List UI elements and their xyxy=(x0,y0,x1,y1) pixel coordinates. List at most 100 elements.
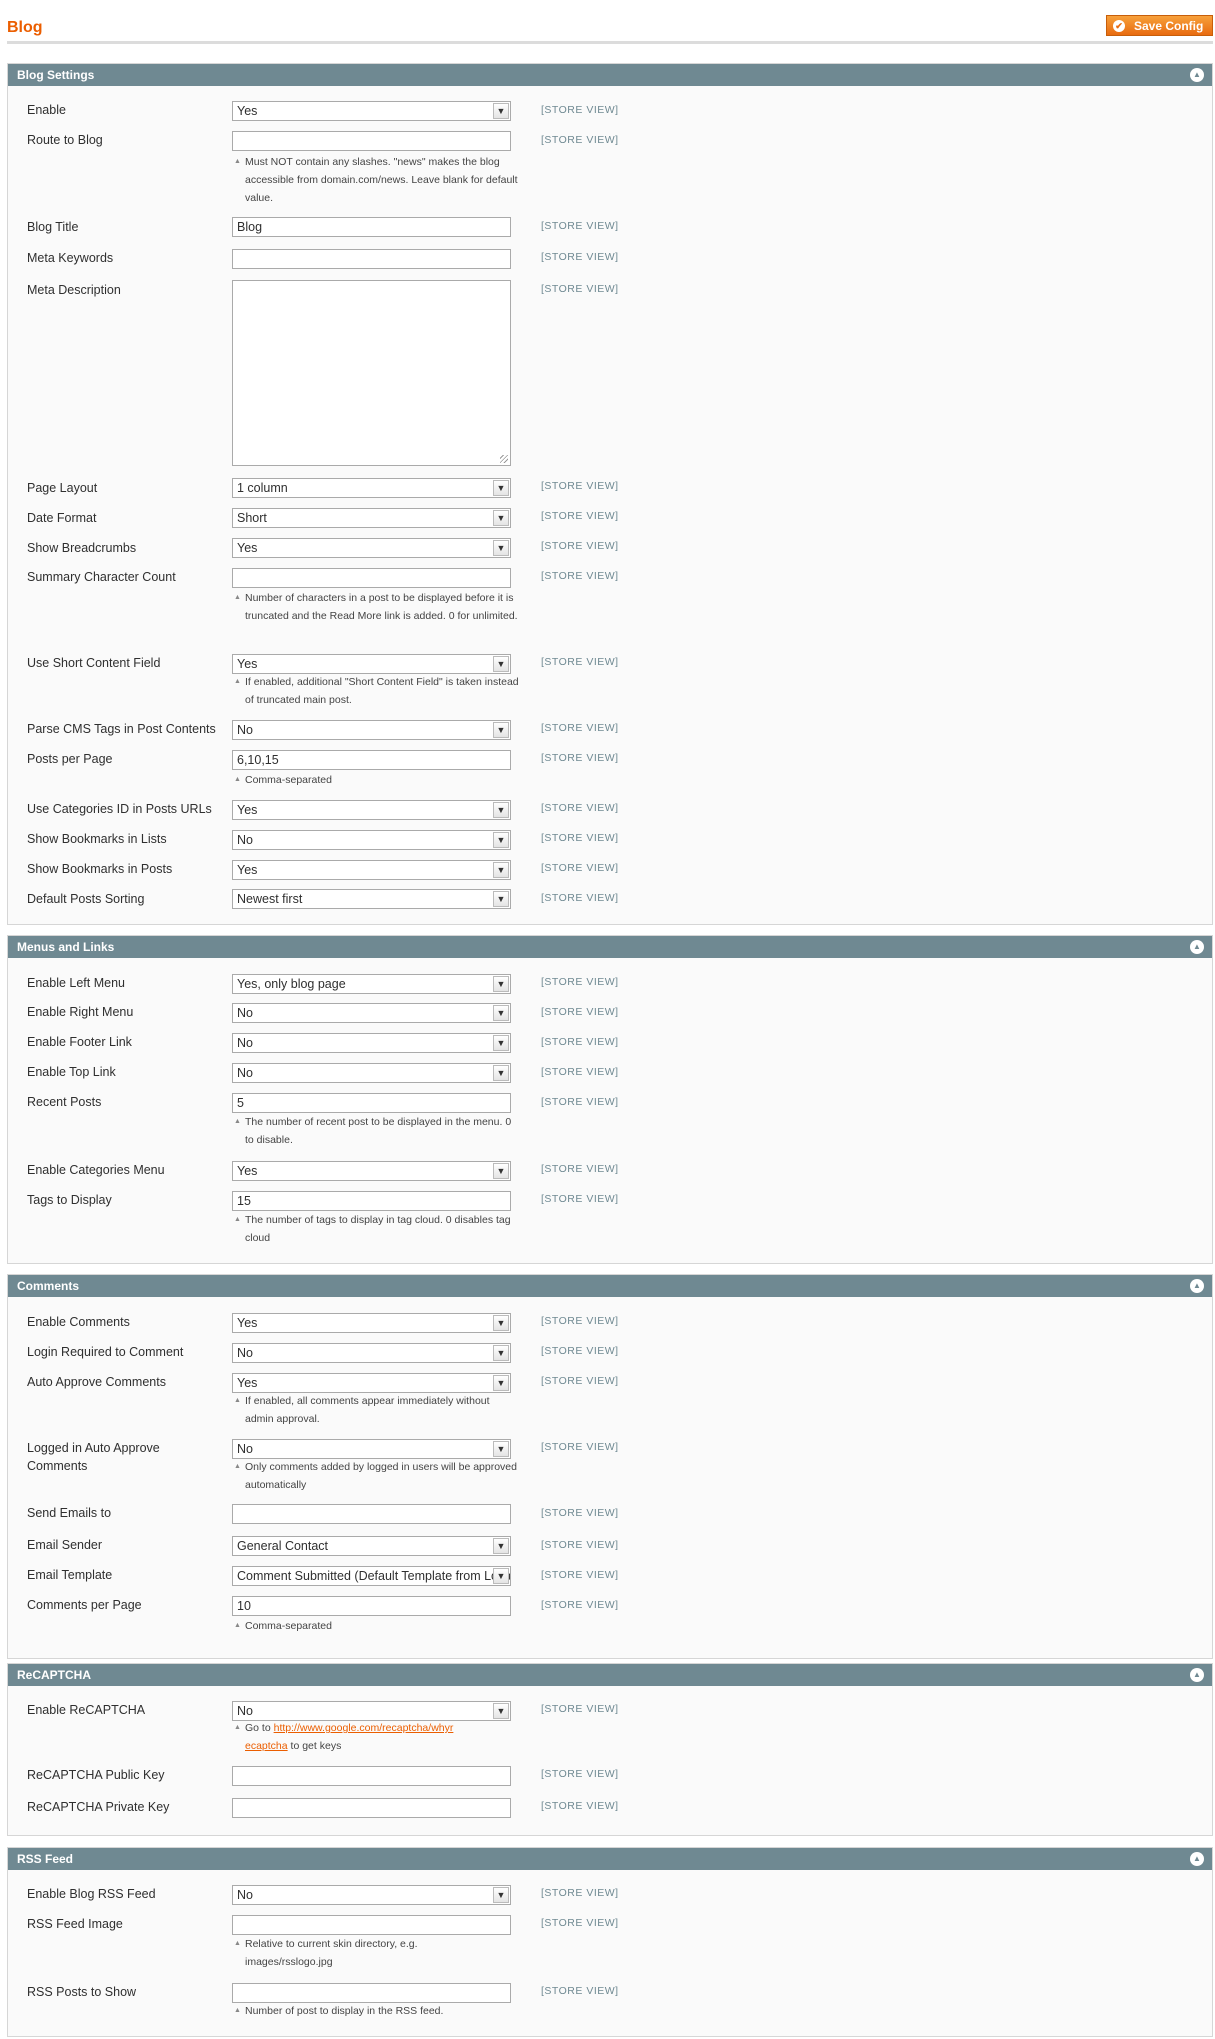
right-menu-select[interactable]: No ▼ xyxy=(232,1003,511,1023)
rss-image-input[interactable] xyxy=(232,1915,511,1935)
collapse-icon[interactable]: ▲ xyxy=(1190,68,1204,82)
collapse-icon[interactable]: ▲ xyxy=(1190,940,1204,954)
scope-label: [STORE VIEW] xyxy=(541,510,619,522)
enable-select[interactable]: Yes ▼ xyxy=(232,101,511,121)
enable-recaptcha-select[interactable]: No ▼ xyxy=(232,1701,511,1721)
scope-label: [STORE VIEW] xyxy=(541,1006,619,1018)
select-value: No xyxy=(237,1442,253,1456)
date-format-select[interactable]: Short ▼ xyxy=(232,508,511,528)
select-value: No xyxy=(237,723,253,737)
select-value: No xyxy=(237,833,253,847)
scope-label: [STORE VIEW] xyxy=(541,251,619,263)
comments-per-page-input[interactable]: 10 xyxy=(232,1596,511,1616)
select-value: No xyxy=(237,1346,253,1360)
breadcrumbs-select[interactable]: Yes ▼ xyxy=(232,538,511,558)
categories-id-select[interactable]: Yes ▼ xyxy=(232,800,511,820)
login-required-select[interactable]: No ▼ xyxy=(232,1343,511,1363)
top-link-select[interactable]: No ▼ xyxy=(232,1063,511,1083)
field-label: Posts per Page xyxy=(27,752,113,766)
select-value: Yes xyxy=(237,541,258,555)
section-header[interactable]: Menus and Links ▲ xyxy=(8,936,1212,958)
note-triangle-icon: ▲ xyxy=(234,158,241,165)
send-emails-input[interactable] xyxy=(232,1504,511,1524)
meta-description-textarea[interactable] xyxy=(232,280,511,466)
field-note: ▲ The number of tags to display in tag cl… xyxy=(234,1211,519,1247)
left-menu-select[interactable]: Yes, only blog page ▼ xyxy=(232,974,511,994)
section-header[interactable]: ReCAPTCHA ▲ xyxy=(8,1664,1212,1686)
field-label: Enable Comments xyxy=(27,1315,130,1329)
section-header[interactable]: Comments ▲ xyxy=(8,1275,1212,1297)
field-label: Page Layout xyxy=(27,481,98,495)
field-label: RSS Feed Image xyxy=(27,1917,123,1931)
note-triangle-icon: ▲ xyxy=(234,678,241,685)
note-triangle-icon: ▲ xyxy=(234,1622,241,1629)
scope-label: [STORE VIEW] xyxy=(541,1036,619,1048)
public-key-input[interactable] xyxy=(232,1766,511,1786)
field-label: Parse CMS Tags in Post Contents xyxy=(27,722,216,736)
footer-link-select[interactable]: No ▼ xyxy=(232,1033,511,1053)
field-label: Logged in Auto Approve Comments xyxy=(27,1441,160,1473)
scope-label: [STORE VIEW] xyxy=(541,1315,619,1327)
logged-approve-select[interactable]: No ▼ xyxy=(232,1439,511,1459)
select-value: Yes xyxy=(237,1376,258,1390)
scope-label: [STORE VIEW] xyxy=(541,1375,619,1387)
field-label: Comments per Page xyxy=(27,1598,142,1612)
meta-keywords-input[interactable] xyxy=(232,249,511,269)
sorting-select[interactable]: Newest first ▼ xyxy=(232,889,511,909)
note-text: Only comments added by logged in users w… xyxy=(245,1461,517,1491)
parse-cms-select[interactable]: No ▼ xyxy=(232,720,511,740)
rss-posts-input[interactable] xyxy=(232,1983,511,2003)
field-label: Meta Keywords xyxy=(27,251,114,265)
scope-label: [STORE VIEW] xyxy=(541,1066,619,1078)
note-text: Go to xyxy=(245,1722,271,1734)
collapse-icon[interactable]: ▲ xyxy=(1190,1668,1204,1682)
scope-label: [STORE VIEW] xyxy=(541,1800,619,1812)
select-value: Comment Submitted (Default Template from… xyxy=(237,1569,511,1583)
posts-per-page-input[interactable]: 6,10,15 xyxy=(232,750,511,770)
chevron-down-icon: ▼ xyxy=(493,802,509,818)
select-value: Short xyxy=(237,511,267,525)
field-note: ▲ If enabled, all comments appear immedia… xyxy=(234,1392,519,1428)
section-title: ReCAPTCHA xyxy=(17,1668,92,1682)
chevron-down-icon: ▼ xyxy=(493,1887,509,1903)
short-content-select[interactable]: Yes ▼ xyxy=(232,654,511,674)
select-value: 1 column xyxy=(237,481,288,495)
enable-comments-select[interactable]: Yes ▼ xyxy=(232,1313,511,1333)
chevron-down-icon: ▼ xyxy=(493,722,509,738)
resize-grip-icon[interactable] xyxy=(500,455,508,463)
recent-posts-input[interactable]: 5 xyxy=(232,1093,511,1113)
select-value: Newest first xyxy=(237,892,303,906)
blog-title-input[interactable]: Blog xyxy=(232,217,511,237)
summary-count-input[interactable] xyxy=(232,568,511,588)
email-sender-select[interactable]: General Contact ▼ xyxy=(232,1536,511,1556)
chevron-down-icon: ▼ xyxy=(493,1315,509,1331)
field-label: Default Posts Sorting xyxy=(27,892,145,906)
scope-label: [STORE VIEW] xyxy=(541,283,619,295)
bookmarks-posts-select[interactable]: Yes ▼ xyxy=(232,860,511,880)
chevron-down-icon: ▼ xyxy=(493,1441,509,1457)
collapse-icon[interactable]: ▲ xyxy=(1190,1279,1204,1293)
scope-label: [STORE VIEW] xyxy=(541,1193,619,1205)
field-note: ▲ Must NOT contain any slashes. "news" ma… xyxy=(234,153,519,207)
select-value: No xyxy=(237,1888,253,1902)
chevron-down-icon: ▼ xyxy=(493,103,509,119)
page-layout-select[interactable]: 1 column ▼ xyxy=(232,478,511,498)
section-header[interactable]: Blog Settings ▲ xyxy=(8,64,1212,86)
categories-menu-select[interactable]: Yes ▼ xyxy=(232,1161,511,1181)
select-value: No xyxy=(237,1066,253,1080)
chevron-down-icon: ▼ xyxy=(493,862,509,878)
route-input[interactable] xyxy=(232,131,511,151)
auto-approve-select[interactable]: Yes ▼ xyxy=(232,1373,511,1393)
scope-label: [STORE VIEW] xyxy=(541,1569,619,1581)
save-config-button[interactable]: ✔ Save Config xyxy=(1106,15,1213,36)
private-key-input[interactable] xyxy=(232,1798,511,1818)
recaptcha-link[interactable]: http://www.google.com/recaptcha/whyrecap… xyxy=(245,1722,453,1752)
enable-rss-select[interactable]: No ▼ xyxy=(232,1885,511,1905)
email-template-select[interactable]: Comment Submitted (Default Template from… xyxy=(232,1566,511,1586)
field-label: Use Categories ID in Posts URLs xyxy=(27,802,212,816)
collapse-icon[interactable]: ▲ xyxy=(1190,1852,1204,1866)
section-header[interactable]: RSS Feed ▲ xyxy=(8,1848,1212,1870)
bookmarks-lists-select[interactable]: No ▼ xyxy=(232,830,511,850)
tags-input[interactable]: 15 xyxy=(232,1191,511,1211)
section-title: RSS Feed xyxy=(17,1852,74,1866)
